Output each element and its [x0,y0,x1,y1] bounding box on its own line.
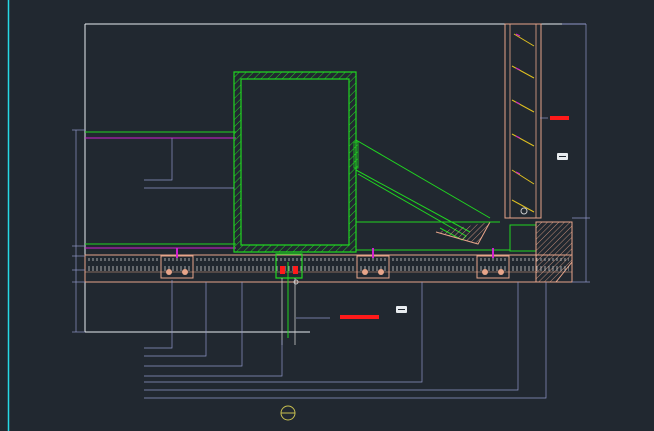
note-tag-icon [396,306,407,313]
glass-anchor-series [511,33,535,213]
dimension-lines-left [72,129,85,333]
cad-drawing-canvas [0,0,654,431]
sill-end-block [535,221,573,283]
outer-frame [84,23,586,333]
inclined-bracket [355,139,500,245]
dimension-lines-right [572,24,590,283]
tube-side-plate [353,141,359,169]
red-marker-right [550,116,569,120]
section-circle-icon [280,405,296,421]
red-marker-bottom [340,315,379,319]
mullion-pin [520,207,528,215]
curtain-wall-mullion [504,23,542,219]
left-rails [85,131,236,249]
note-tag-icon [557,153,568,160]
section-detail-drawing [7,0,590,431]
steel-tube-section [233,71,357,253]
right-connector [356,224,537,252]
